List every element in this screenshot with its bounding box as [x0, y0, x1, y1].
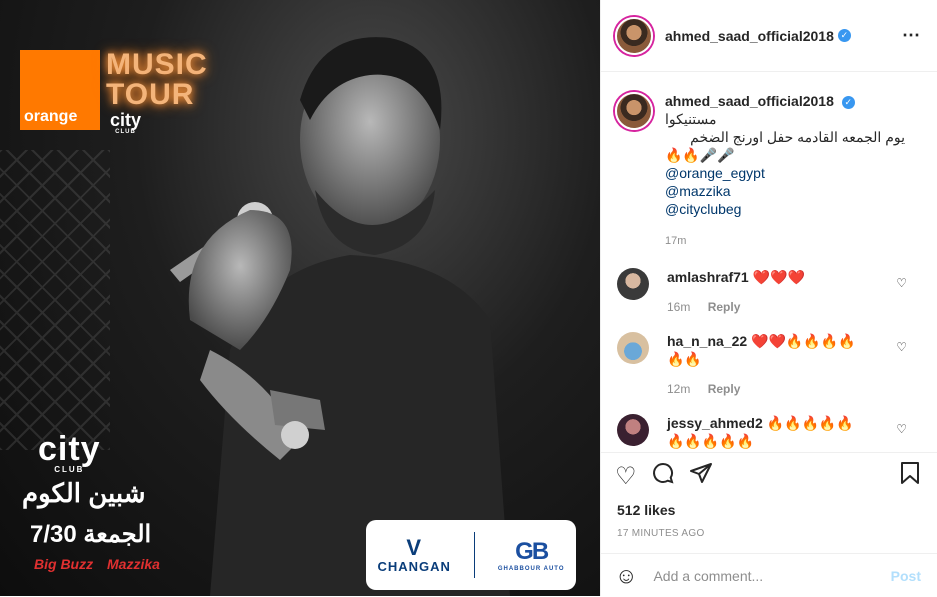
city-club-logo-large-text: city: [38, 430, 101, 468]
caption-username[interactable]: ahmed_saad_official2018: [665, 93, 834, 109]
changan-label: CHANGAN: [377, 558, 451, 574]
emoji-smiley-icon[interactable]: ☺: [615, 563, 637, 589]
comment-time[interactable]: 12m: [667, 382, 690, 396]
commenter-avatar[interactable]: [617, 414, 649, 446]
city-club-logo-small-text: city: [110, 110, 142, 130]
like-comment-heart-icon[interactable]: ♡: [896, 422, 907, 436]
author-username[interactable]: ahmed_saad_official2018: [665, 28, 834, 44]
comment-item: ha_n_na_22 ❤️❤️🔥🔥🔥🔥🔥🔥 12m Reply ♡: [601, 332, 937, 398]
add-comment-input[interactable]: [651, 566, 856, 585]
reply-button[interactable]: Reply: [708, 382, 741, 396]
date-text: الجمعة 7/30: [30, 521, 152, 548]
share-send-icon[interactable]: [689, 461, 713, 492]
mention-link[interactable]: @orange_egypt: [665, 164, 905, 182]
like-comment-heart-icon[interactable]: ♡: [896, 276, 907, 290]
orange-logo: orange: [20, 50, 100, 130]
comment-meta: 12m Reply: [667, 380, 867, 398]
post-caption: ahmed_saad_official2018 ✓ مستنيكوا يوم ا…: [601, 72, 937, 250]
ghabbour-mark: GB: [515, 538, 549, 565]
commenter-avatar[interactable]: [617, 268, 649, 300]
comment-time[interactable]: 16m: [667, 300, 690, 314]
author-avatar[interactable]: [615, 16, 653, 55]
comment-body: jessy_ahmed2 🔥🔥🔥🔥🔥🔥🔥🔥🔥🔥: [667, 414, 867, 450]
commenter-username[interactable]: jessy_ahmed2: [667, 415, 763, 431]
post-image[interactable]: orange MUSIC TOUR city CLUB city CLUB شب…: [0, 0, 600, 596]
comments-area[interactable]: ahmed_saad_official2018 ✓ مستنيكوا يوم ا…: [601, 72, 937, 450]
caption-avatar[interactable]: [615, 92, 653, 130]
post-sidebar: ahmed_saad_official2018 ✓ ⋯ ahmed_saad_o…: [600, 0, 937, 596]
city-club-logo-small: city CLUB: [110, 110, 141, 135]
verified-badge-icon: ✓: [837, 29, 851, 42]
caption-text-line1: مستنيكوا: [665, 111, 717, 127]
caption-emojis: 🔥🔥🎤🎤: [665, 147, 735, 163]
more-options-icon[interactable]: ⋯: [902, 25, 921, 46]
caption-time[interactable]: 17m: [665, 232, 905, 250]
orange-logo-text: orange: [24, 108, 78, 125]
post-comment-button[interactable]: Post: [891, 568, 921, 584]
caption-verified-icon: ✓: [841, 96, 855, 109]
action-icons: ♡: [601, 453, 937, 492]
mazzika-logo: Mazzika: [107, 556, 160, 572]
post-header: ahmed_saad_official2018 ✓ ⋯: [601, 0, 937, 72]
add-comment-bar: ☺ Post: [601, 553, 937, 597]
comment-body: amlashraf71 ❤️❤️❤️ 16m Reply: [667, 268, 867, 316]
ghabbour-logo: GB GHABBOUR AUTO: [498, 538, 565, 572]
venue-text: شبين الكوم: [22, 478, 146, 508]
reply-button[interactable]: Reply: [708, 300, 741, 314]
comment-item: amlashraf71 ❤️❤️❤️ 16m Reply ♡: [601, 268, 937, 316]
mention-link[interactable]: @mazzika: [665, 182, 905, 200]
changan-icon: V: [406, 534, 423, 560]
caption-text-line2: يوم الجمعه القادمه حفل اورنج الضخم: [690, 129, 905, 145]
ghabbour-label: GHABBOUR AUTO: [497, 566, 565, 572]
city-club-logo-large: city CLUB: [38, 430, 101, 474]
sponsor-card: V CHANGAN GB GHABBOUR AUTO: [366, 520, 576, 590]
comment-item: jessy_ahmed2 🔥🔥🔥🔥🔥🔥🔥🔥🔥🔥 ♡: [601, 414, 937, 450]
like-comment-heart-icon[interactable]: ♡: [896, 340, 907, 354]
like-heart-icon[interactable]: ♡: [615, 462, 637, 491]
commenter-username[interactable]: ha_n_na_22: [667, 333, 747, 349]
comment-text: ❤️❤️❤️: [752, 269, 805, 285]
changan-logo: V CHANGAN: [377, 534, 451, 574]
caption-body: ahmed_saad_official2018 ✓ مستنيكوا يوم ا…: [665, 92, 905, 250]
comment-body: ha_n_na_22 ❤️❤️🔥🔥🔥🔥🔥🔥 12m Reply: [667, 332, 867, 398]
commenter-avatar[interactable]: [617, 332, 649, 364]
sponsor-divider: [473, 532, 475, 578]
comment-meta: 16m Reply: [667, 298, 867, 316]
singer-photo: [170, 37, 510, 596]
bigbuzz-logo: Big Buzz: [34, 556, 94, 572]
commenter-username[interactable]: amlashraf71: [667, 269, 749, 285]
post-timestamp[interactable]: 17 MINUTES AGO: [601, 518, 937, 539]
likes-count[interactable]: 512 likes: [601, 492, 937, 518]
sponsor-logos: Big Buzz Mazzika: [34, 556, 170, 572]
mention-link[interactable]: @cityclubeg: [665, 200, 905, 218]
save-bookmark-icon[interactable]: [899, 461, 921, 492]
stage-truss: [0, 150, 110, 450]
post-actions: ♡ 512 likes 17 MINUTES AGO ☺ Post: [601, 452, 937, 597]
comment-bubble-icon[interactable]: [651, 461, 675, 492]
